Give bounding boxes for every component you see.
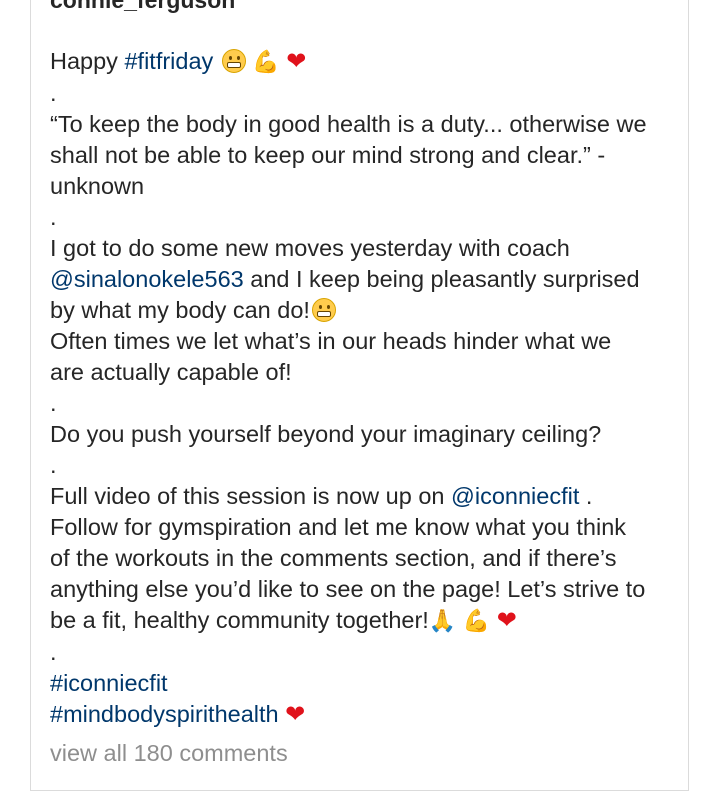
caption-text: Happy	[50, 48, 125, 74]
hashtag-fitfriday[interactable]: #fitfriday	[124, 48, 213, 74]
caption-line: anything else you’d like to see on the p…	[50, 576, 646, 602]
flexed-biceps-icon: 💪	[252, 50, 280, 75]
caption-dot: .	[50, 204, 57, 230]
caption-dot: .	[50, 452, 57, 478]
caption-text: and I keep being pleasantly surprised	[243, 266, 640, 292]
caption-text: Full video of this session is now up on	[50, 483, 452, 509]
red-heart-icon: ❤	[496, 606, 517, 634]
caption-line: Happy #fitfriday 💪 ❤	[50, 46, 676, 78]
caption-dot: .	[50, 80, 57, 106]
caption-line: Do you push yourself beyond your imagina…	[50, 421, 602, 447]
caption-line: I got to do some new moves yesterday wit…	[50, 235, 570, 261]
grimacing-face-icon	[221, 49, 246, 73]
mention-iconniecfit[interactable]: @iconniecfit	[451, 483, 579, 509]
post-username[interactable]: connie_ferguson	[50, 0, 235, 12]
caption-line: @sinalonokele563 and I keep being pleasa…	[50, 264, 676, 295]
post-card: connie_ferguson Happy #fitfriday 💪 ❤ . “…	[30, 0, 689, 791]
flexed-biceps-icon: 💪	[462, 609, 491, 634]
red-heart-icon: ❤	[286, 47, 307, 75]
caption-line: of the workouts in the comments section,…	[50, 545, 617, 571]
grimacing-face-icon	[311, 298, 336, 322]
post-caption: Happy #fitfriday 💪 ❤ . “To keep the body…	[50, 46, 676, 730]
caption-line: be a fit, healthy community together!🙏 💪…	[50, 605, 676, 637]
caption-line: Full video of this session is now up on …	[50, 481, 676, 512]
caption-line: by what my body can do!	[50, 295, 676, 326]
mention-sinalonokele563[interactable]: @sinalonokele563	[50, 266, 244, 292]
caption-text: .	[579, 483, 593, 509]
red-heart-icon: ❤	[285, 700, 306, 728]
caption-text: by what my body can do!	[50, 297, 310, 323]
caption-line: #mindbodyspirithealth ❤	[50, 699, 676, 730]
caption-text: be a fit, healthy community together!	[50, 607, 429, 633]
hashtag-iconniecfit[interactable]: #iconniecfit	[50, 668, 676, 699]
caption-dot: .	[50, 639, 57, 665]
caption-line: Often times we let what’s in our heads h…	[50, 328, 612, 354]
view-all-comments-link[interactable]: view all 180 comments	[50, 740, 288, 767]
caption-line: Follow for gymspiration and let me know …	[50, 514, 627, 540]
caption-dot: .	[50, 390, 57, 416]
caption-line: shall not be able to keep our mind stron…	[50, 142, 606, 168]
folded-hands-icon: 🙏	[428, 609, 457, 634]
caption-line: “To keep the body in good health is a du…	[50, 111, 647, 137]
caption-line: are actually capable of!	[50, 359, 292, 385]
caption-line: unknown	[50, 173, 145, 199]
hashtag-mindbodyspirithealth[interactable]: #mindbodyspirithealth	[50, 701, 279, 727]
